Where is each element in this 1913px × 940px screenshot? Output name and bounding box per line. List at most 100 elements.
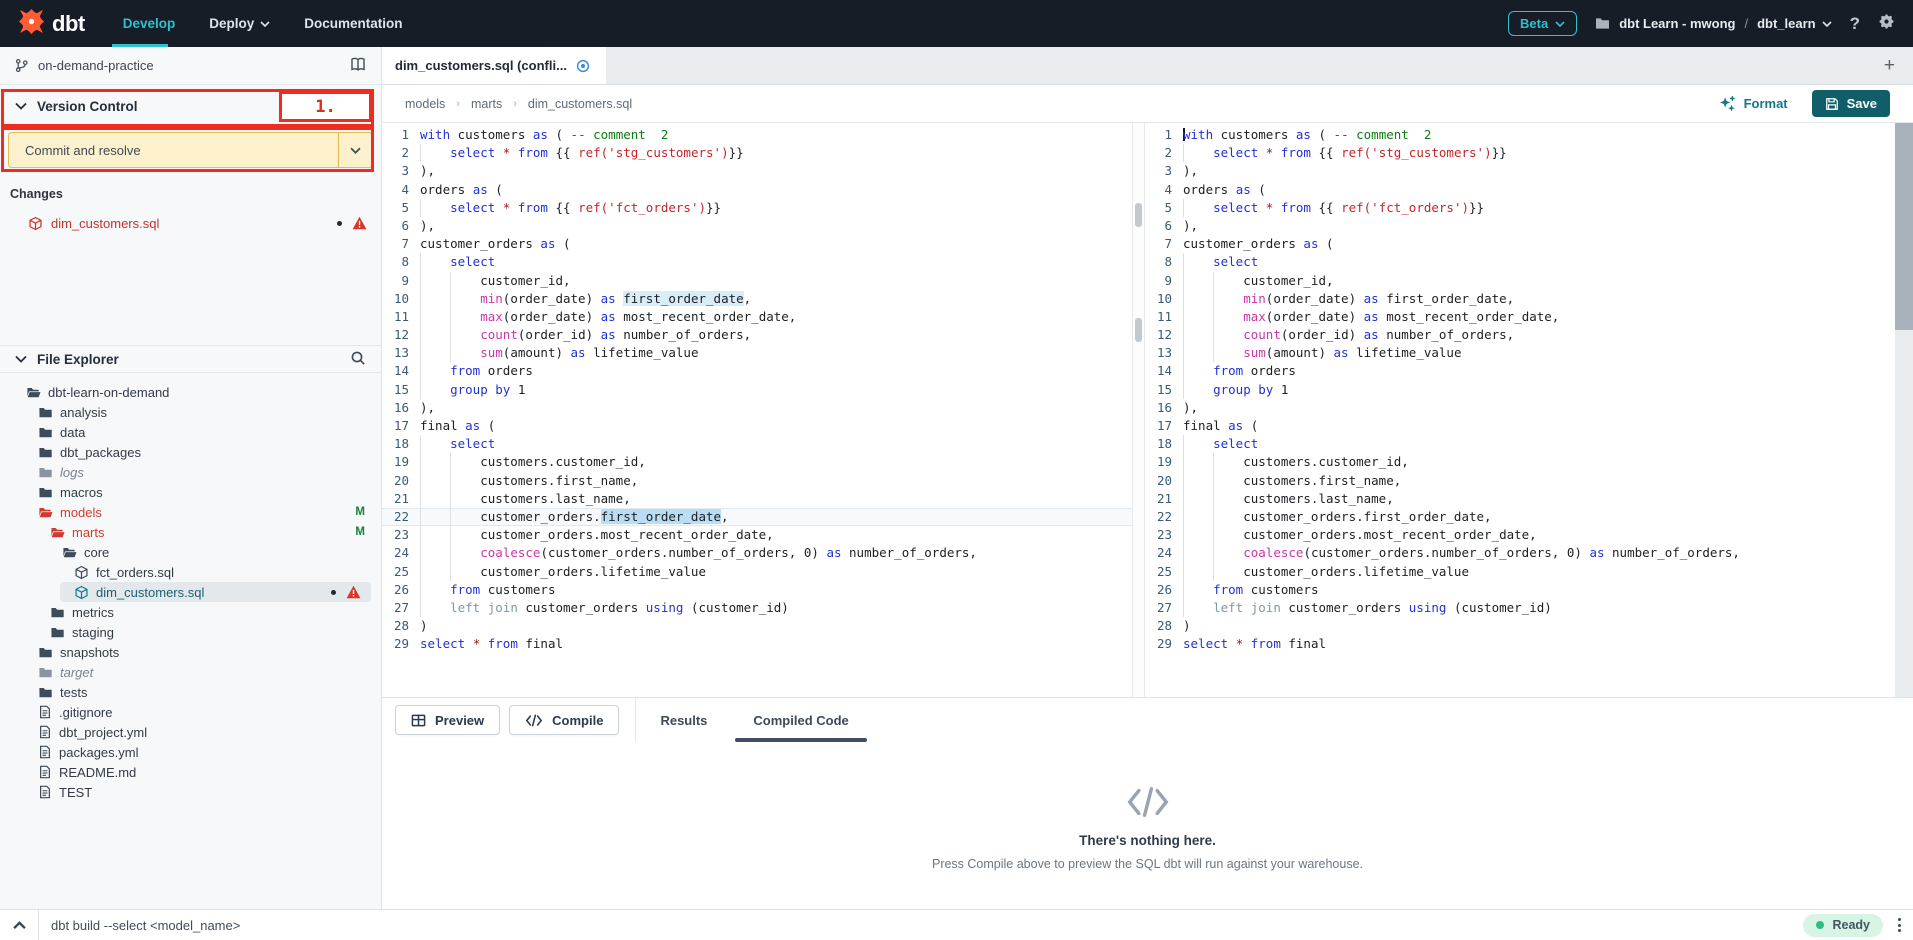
code-line[interactable]: 29select * from final <box>382 635 1132 653</box>
search-icon[interactable] <box>350 350 366 369</box>
code-line[interactable]: 23 customer_orders.most_recent_order_dat… <box>382 526 1132 544</box>
code-line[interactable]: 4orders as ( <box>382 181 1132 199</box>
code-line[interactable]: 22 customer_orders.first_order_date, <box>382 508 1132 526</box>
code-line[interactable]: 8 select <box>382 253 1132 271</box>
code-line[interactable]: 10 min(order_date) as first_order_date, <box>1145 290 1895 308</box>
code-line[interactable]: 18 select <box>382 435 1132 453</box>
code-line[interactable]: 25 customer_orders.lifetime_value <box>382 563 1132 581</box>
preview-button[interactable]: Preview <box>395 705 500 735</box>
code-line[interactable]: 19 customers.customer_id, <box>382 453 1132 471</box>
tree-item-TEST[interactable]: TEST <box>0 782 381 802</box>
code-line[interactable]: 8 select <box>1145 253 1895 271</box>
compile-button[interactable]: Compile <box>509 705 619 735</box>
tree-item-packages.yml[interactable]: packages.yml <box>0 742 381 762</box>
tree-item-logs[interactable]: logs <box>0 462 381 482</box>
tree-item-README.md[interactable]: README.md <box>0 762 381 782</box>
code-line[interactable]: 25 customer_orders.lifetime_value <box>1145 563 1895 581</box>
code-line[interactable]: 11 max(order_date) as most_recent_order_… <box>382 308 1132 326</box>
breadcrumb-item-models[interactable]: models <box>405 97 445 111</box>
nav-develop[interactable]: Develop <box>123 16 176 31</box>
git-branch-selector[interactable]: on-demand-practice <box>0 47 381 85</box>
gear-icon[interactable] <box>1878 13 1895 35</box>
tree-item-fct_orders.sql[interactable]: fct_orders.sql <box>0 562 381 582</box>
code-line[interactable]: 21 customers.last_name, <box>1145 490 1895 508</box>
code-line[interactable]: 24 coalesce(customer_orders.number_of_or… <box>1145 544 1895 562</box>
code-line[interactable]: 17final as ( <box>382 417 1132 435</box>
help-icon[interactable]: ? <box>1850 14 1860 34</box>
commit-options-chevron[interactable] <box>338 133 372 167</box>
code-line[interactable]: 20 customers.first_name, <box>1145 472 1895 490</box>
code-line[interactable]: 6), <box>1145 217 1895 235</box>
tree-item-macros[interactable]: macros <box>0 482 381 502</box>
format-button[interactable]: Format <box>1719 95 1788 112</box>
breadcrumb-item-dim_customers.sql[interactable]: dim_customers.sql <box>528 97 632 111</box>
tree-item-models[interactable]: modelsM <box>0 502 381 522</box>
nav-documentation[interactable]: Documentation <box>304 16 402 31</box>
command-input[interactable]: dbt build --select <model_name> <box>51 918 1803 933</box>
project-name[interactable]: dbt_learn <box>1757 16 1832 31</box>
beta-toggle[interactable]: Beta <box>1508 11 1577 36</box>
code-line[interactable]: 16), <box>1145 399 1895 417</box>
code-line[interactable]: 1with customers as ( -- comment 2 <box>382 126 1132 144</box>
commit-and-resolve-button[interactable]: Commit and resolve <box>8 132 373 168</box>
code-line[interactable]: 2 select * from {{ ref('stg_customers')}… <box>382 144 1132 162</box>
code-line[interactable]: 3), <box>1145 162 1895 180</box>
pane-splitter-scrollbar[interactable] <box>1132 123 1145 697</box>
code-line[interactable]: 16), <box>382 399 1132 417</box>
scrollbar-thumb[interactable] <box>1895 123 1913 330</box>
tree-item-tests[interactable]: tests <box>0 682 381 702</box>
tree-item-metrics[interactable]: metrics <box>0 602 381 622</box>
tab-compiled-code[interactable]: Compiled Code <box>751 698 850 742</box>
docs-book-icon[interactable] <box>349 57 367 75</box>
code-line[interactable]: 28) <box>382 617 1132 635</box>
code-line[interactable]: 26 from customers <box>382 581 1132 599</box>
code-line[interactable]: 15 group by 1 <box>1145 381 1895 399</box>
changed-file-dim_customers.sql[interactable]: dim_customers.sql <box>0 212 381 234</box>
code-line[interactable]: 13 sum(amount) as lifetime_value <box>382 344 1132 362</box>
file-explorer-header[interactable]: File Explorer <box>0 345 381 373</box>
code-pane-left[interactable]: 1with customers as ( -- comment 22 selec… <box>382 123 1132 697</box>
tree-item-dbt_project.yml[interactable]: dbt_project.yml <box>0 722 381 742</box>
tab-dim-customers[interactable]: dim_customers.sql (confli... <box>382 47 606 84</box>
tree-item-staging[interactable]: staging <box>0 622 381 642</box>
code-line[interactable]: 24 coalesce(customer_orders.number_of_or… <box>382 544 1132 562</box>
tab-results[interactable]: Results <box>658 698 709 742</box>
code-line[interactable]: 14 from orders <box>382 362 1132 380</box>
save-button[interactable]: Save <box>1812 90 1890 117</box>
new-tab-plus-icon[interactable]: + <box>1884 56 1895 75</box>
code-line[interactable]: 21 customers.last_name, <box>382 490 1132 508</box>
code-line[interactable]: 1with customers as ( -- comment 2 <box>1145 126 1895 144</box>
code-line[interactable]: 7customer_orders as ( <box>382 235 1132 253</box>
tree-item-dim_customers.sql[interactable]: dim_customers.sql <box>60 582 371 602</box>
code-line[interactable]: 15 group by 1 <box>382 381 1132 399</box>
code-line[interactable]: 3), <box>382 162 1132 180</box>
tree-item-core[interactable]: core <box>0 542 381 562</box>
breadcrumb-item-marts[interactable]: marts <box>471 97 502 111</box>
code-line[interactable]: 27 left join customer_orders using (cust… <box>382 599 1132 617</box>
tree-item-data[interactable]: data <box>0 422 381 442</box>
code-line[interactable]: 4orders as ( <box>1145 181 1895 199</box>
code-line[interactable]: 11 max(order_date) as most_recent_order_… <box>1145 308 1895 326</box>
code-line[interactable]: 9 customer_id, <box>382 272 1132 290</box>
tree-item-dbt_packages[interactable]: dbt_packages <box>0 442 381 462</box>
code-line[interactable]: 26 from customers <box>1145 581 1895 599</box>
kebab-menu-icon[interactable] <box>1898 918 1901 932</box>
code-line[interactable]: 27 left join customer_orders using (cust… <box>1145 599 1895 617</box>
code-line[interactable]: 6), <box>382 217 1132 235</box>
code-line[interactable]: 2 select * from {{ ref('stg_customers')}… <box>1145 144 1895 162</box>
code-line[interactable]: 20 customers.first_name, <box>382 472 1132 490</box>
code-line[interactable]: 28) <box>1145 617 1895 635</box>
code-line[interactable]: 7customer_orders as ( <box>1145 235 1895 253</box>
code-line[interactable]: 18 select <box>1145 435 1895 453</box>
scrollbar-mark[interactable] <box>1135 318 1142 342</box>
code-line[interactable]: 9 customer_id, <box>1145 272 1895 290</box>
code-line[interactable]: 19 customers.customer_id, <box>1145 453 1895 471</box>
account-project-switcher[interactable]: dbt Learn - mwong / dbt_learn <box>1595 16 1831 31</box>
tree-item-.gitignore[interactable]: .gitignore <box>0 702 381 722</box>
tree-item-marts[interactable]: martsM <box>0 522 381 542</box>
nav-deploy[interactable]: Deploy <box>209 16 270 31</box>
code-line[interactable]: 12 count(order_id) as number_of_orders, <box>1145 326 1895 344</box>
scrollbar-mark[interactable] <box>1135 203 1142 227</box>
code-line[interactable]: 12 count(order_id) as number_of_orders, <box>382 326 1132 344</box>
tree-item-snapshots[interactable]: snapshots <box>0 642 381 662</box>
